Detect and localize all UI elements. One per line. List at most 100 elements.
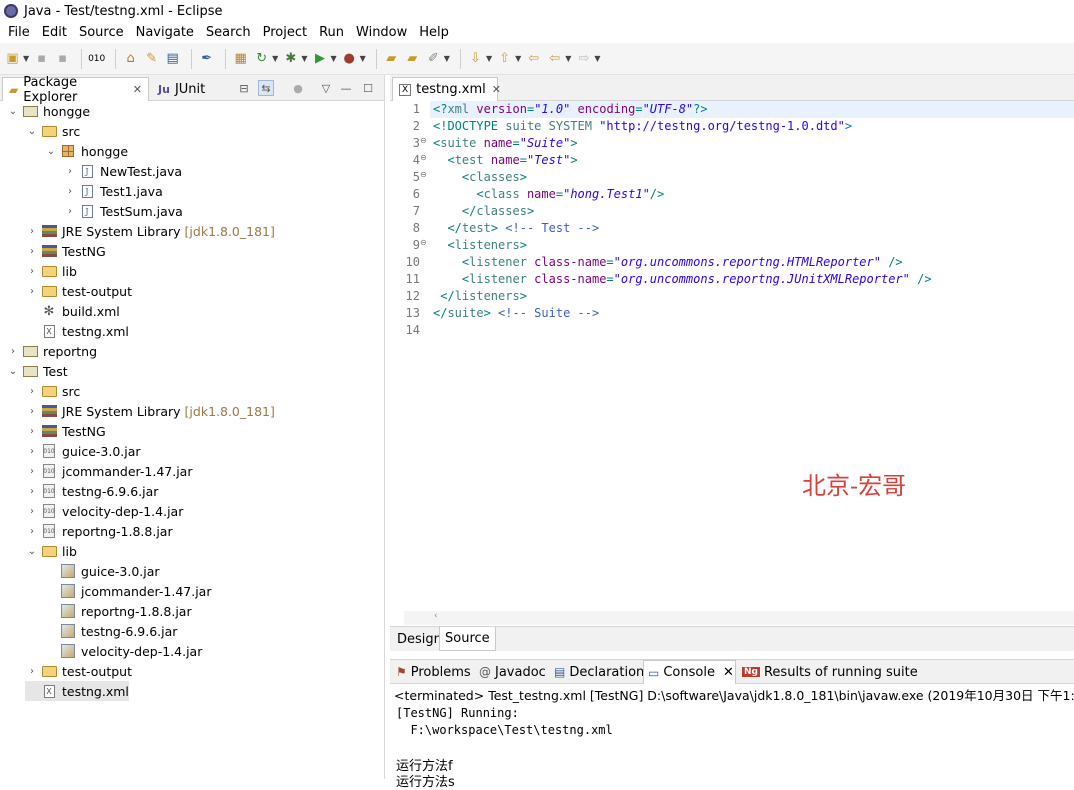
menu-edit[interactable]: Edit: [36, 25, 73, 40]
tree-item[interactable]: guice-3.0.jar: [44, 561, 160, 581]
search-button[interactable]: ✐ ▼: [425, 48, 450, 70]
chevron-right-icon[interactable]: ›: [25, 426, 39, 437]
collapse-all-icon[interactable]: ⊟: [236, 80, 252, 96]
menu-file[interactable]: File: [2, 25, 36, 40]
debug-button[interactable]: ✱ ▼: [282, 48, 307, 70]
tab-junit[interactable]: Ju JUnit: [152, 77, 212, 101]
save-button[interactable]: ▪: [33, 48, 50, 70]
tree-item[interactable]: velocity-dep-1.4.jar: [44, 641, 202, 661]
external-tools-button[interactable]: ● ▼: [341, 48, 365, 70]
last-edit-button[interactable]: ⇦: [525, 48, 542, 70]
chevron-right-icon[interactable]: ›: [25, 526, 39, 537]
tree-item[interactable]: ⌄ Test: [6, 361, 68, 381]
tree-item[interactable]: › 010 guice-3.0.jar: [25, 441, 141, 461]
chevron-right-icon[interactable]: ›: [25, 486, 39, 497]
chevron-down-icon[interactable]: ⌄: [6, 366, 20, 377]
chevron-right-icon[interactable]: ›: [25, 286, 39, 297]
tree-item[interactable]: testng-6.9.6.jar: [44, 621, 177, 641]
open-type-button[interactable]: ⌂: [122, 48, 139, 70]
scroll-left-icon[interactable]: ‹: [434, 611, 438, 621]
minimize-icon[interactable]: —: [338, 80, 354, 96]
prev-annotation-button[interactable]: ⇧ ▼: [496, 48, 521, 70]
horizontal-scrollbar[interactable]: ‹: [404, 611, 1074, 625]
chevron-right-icon[interactable]: ›: [25, 666, 39, 677]
tree-item[interactable]: › 010 velocity-dep-1.4.jar: [25, 501, 183, 521]
tree-item[interactable]: › J Test1.java: [63, 181, 163, 201]
tab-testng-xml[interactable]: X testng.xml ✕: [392, 77, 501, 101]
close-icon[interactable]: ✕: [723, 665, 734, 680]
tree-item[interactable]: › reportng: [6, 341, 97, 361]
fold-toggle-icon[interactable]: ⊖: [420, 238, 430, 247]
open-folder-button[interactable]: ▰: [383, 48, 400, 70]
maximize-icon[interactable]: ☐: [360, 80, 376, 96]
tree-item[interactable]: ⌄ hongge: [44, 141, 128, 161]
chevron-right-icon[interactable]: ›: [25, 266, 39, 277]
chevron-right-icon[interactable]: ›: [25, 386, 39, 397]
run-button[interactable]: ▶ ▼: [311, 48, 337, 70]
tree-item[interactable]: › test-output: [25, 281, 132, 301]
tree-item[interactable]: › test-output: [25, 661, 132, 681]
menu-help[interactable]: Help: [413, 25, 455, 40]
chevron-right-icon[interactable]: ›: [63, 166, 77, 177]
tree-item[interactable]: › 010 reportng-1.8.8.jar: [25, 521, 173, 541]
menu-run[interactable]: Run: [313, 25, 350, 40]
tab-results-of-running-suite[interactable]: Ng Results of running suite: [738, 660, 922, 684]
tab-package-explorer[interactable]: ▰ Package Explorer ✕: [2, 75, 149, 105]
tree-item[interactable]: reportng-1.8.8.jar: [44, 601, 192, 621]
link-with-editor-icon[interactable]: ⇆: [258, 80, 274, 96]
chevron-right-icon[interactable]: ›: [6, 346, 20, 357]
chevron-right-icon[interactable]: ›: [25, 506, 39, 517]
view-menu-icon[interactable]: ▽: [318, 80, 334, 96]
menu-search[interactable]: Search: [200, 25, 257, 40]
tree-item[interactable]: › lib: [25, 261, 77, 281]
tree-item[interactable]: › J NewTest.java: [63, 161, 182, 181]
tree-item[interactable]: ✻ build.xml: [25, 301, 120, 321]
tab-javadoc[interactable]: @ Javadoc: [475, 660, 550, 684]
new-button[interactable]: ▣ ▼: [4, 48, 29, 70]
chevron-right-icon[interactable]: ›: [63, 206, 77, 217]
tree-item[interactable]: Xtestng.xml: [25, 321, 129, 341]
menu-source[interactable]: Source: [73, 25, 130, 40]
close-icon[interactable]: ✕: [492, 83, 501, 96]
next-annotation-button[interactable]: ⇩ ▼: [467, 48, 492, 70]
tree-item[interactable]: jcommander-1.47.jar: [44, 581, 211, 601]
chevron-down-icon[interactable]: ⌄: [6, 106, 20, 117]
tab-console[interactable]: ▭ Console ✕: [643, 660, 736, 684]
menu-navigate[interactable]: Navigate: [130, 25, 200, 40]
tree-item[interactable]: › JRE System Library [jdk1.8.0_181]: [25, 221, 275, 241]
chevron-down-icon[interactable]: ⌄: [25, 126, 39, 137]
tree-item[interactable]: › 010 jcommander-1.47.jar: [25, 461, 192, 481]
code-area[interactable]: 1 2 3 ⊖ 4 ⊖ 5 ⊖ 6 7 8 9 ⊖ 10 11 12 13 14 <?xml version="1…: [390, 101, 1074, 601]
close-icon[interactable]: ✕: [133, 83, 142, 96]
tree-item[interactable]: ⌄ lib: [25, 541, 77, 561]
chevron-down-icon[interactable]: ⌄: [25, 546, 39, 557]
chevron-right-icon[interactable]: ›: [25, 406, 39, 417]
chevron-down-icon[interactable]: ⌄: [44, 146, 58, 157]
chevron-right-icon[interactable]: ›: [25, 446, 39, 457]
chevron-right-icon[interactable]: ›: [25, 226, 39, 237]
fold-toggle-icon[interactable]: ⊖: [420, 136, 430, 145]
tab-problems[interactable]: ⚑ Problems: [392, 660, 475, 684]
tree-item[interactable]: › J TestSum.java: [63, 201, 183, 221]
binary-button[interactable]: 010: [88, 48, 105, 70]
chevron-right-icon[interactable]: ›: [63, 186, 77, 197]
menu-window[interactable]: Window: [350, 25, 413, 40]
terminal-button[interactable]: ▤: [164, 48, 181, 70]
open-project-button[interactable]: ▰: [404, 48, 421, 70]
chevron-right-icon[interactable]: ›: [25, 466, 39, 477]
open-task-button[interactable]: ✎: [143, 48, 160, 70]
tree-item[interactable]: ⌄ src: [25, 121, 80, 141]
tree-item[interactable]: › 010 testng-6.9.6.jar: [25, 481, 158, 501]
tree-item[interactable]: ⌄ hongge: [6, 101, 90, 121]
tab-source[interactable]: Source: [439, 627, 496, 651]
pin-button[interactable]: ✒: [198, 48, 215, 70]
chevron-right-icon[interactable]: ›: [25, 246, 39, 257]
save-all-button[interactable]: ▪: [54, 48, 71, 70]
tree-item[interactable]: › TestNG: [25, 421, 106, 441]
forward-button[interactable]: ⇨ ▼: [575, 48, 600, 70]
refresh-button[interactable]: ↻ ▼: [253, 48, 278, 70]
menu-project[interactable]: Project: [257, 25, 313, 40]
build-button[interactable]: ▦: [232, 48, 249, 70]
tree-item[interactable]: › TestNG: [25, 241, 106, 261]
tree-item[interactable]: › src: [25, 381, 80, 401]
